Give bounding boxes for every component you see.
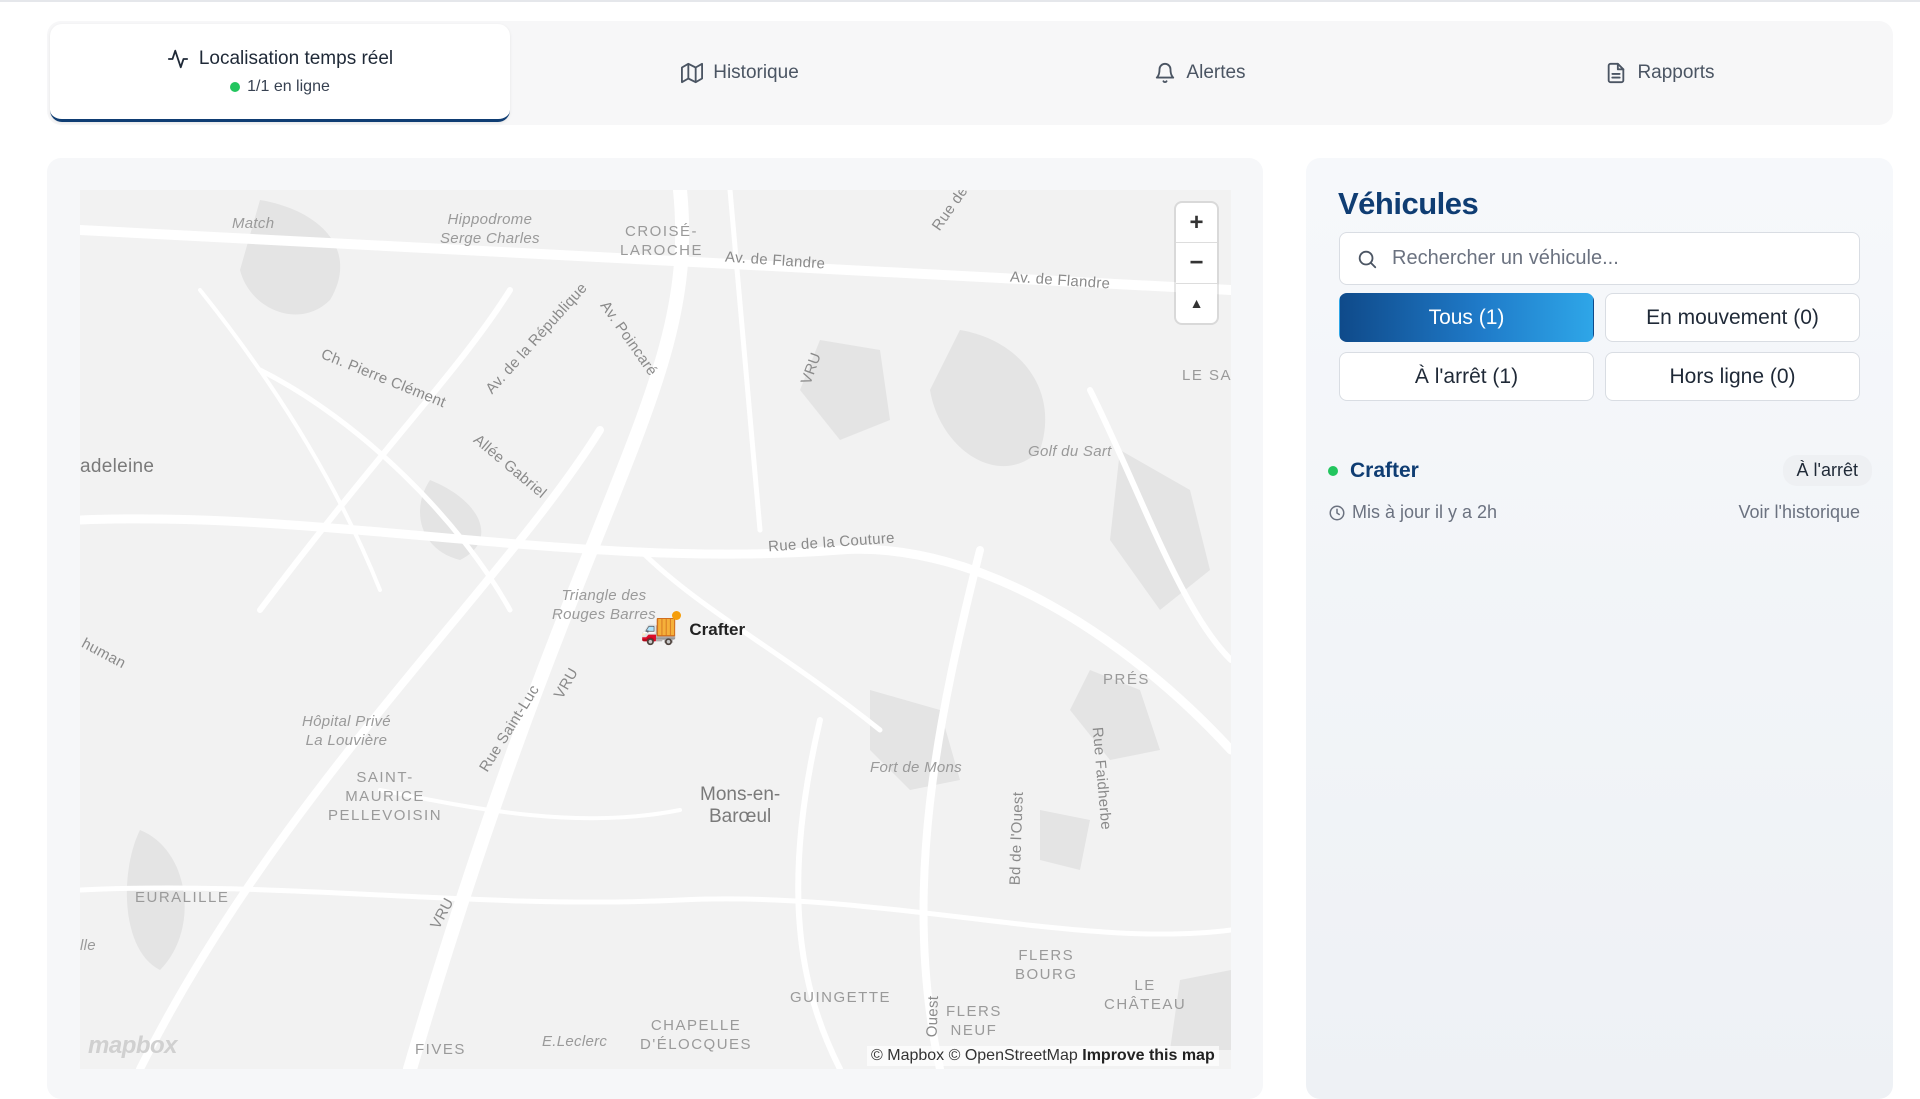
- map-icon: [681, 62, 704, 84]
- clock-icon: [1328, 504, 1346, 522]
- map-label: Hôpital Privé La Louvière: [302, 713, 391, 749]
- tab-label: Historique: [713, 62, 799, 83]
- compass-icon: ▲: [1189, 295, 1204, 312]
- zoom-in-button[interactable]: +: [1176, 203, 1217, 244]
- map-label: Ouest: [923, 995, 942, 1038]
- map-label: FIVES: [415, 1041, 466, 1058]
- filter-offline-button[interactable]: Hors ligne (0): [1605, 352, 1860, 401]
- map-label: Fort de Mons: [870, 759, 962, 776]
- panel-title: Véhicules: [1338, 186, 1479, 221]
- map-label: lle: [80, 937, 96, 954]
- tab-history[interactable]: Historique: [510, 24, 970, 122]
- document-icon: [1605, 62, 1627, 84]
- vehicle-status-dot: [1328, 465, 1338, 476]
- map-label: Mons-en- Barœul: [700, 784, 781, 827]
- online-dot: [230, 81, 241, 92]
- tab-alerts[interactable]: Alertes: [970, 24, 1430, 122]
- map-label: FLERS BOURG: [1015, 947, 1078, 983]
- tab-reports[interactable]: Rapports: [1430, 24, 1890, 122]
- map-label: LE CHÂTEAU: [1104, 977, 1187, 1013]
- tab-realtime-location[interactable]: Localisation temps réel 1/1 en ligne: [50, 24, 510, 122]
- map-label: Hippodrome Serge Charles: [440, 211, 540, 247]
- vehicle-list-item[interactable]: Crafter À l'arrêt: [1328, 455, 1872, 486]
- map-label: LE SA: [1182, 367, 1231, 384]
- truck-icon: 🚚: [640, 611, 682, 646]
- map-zoom-control: + − ▲: [1176, 203, 1217, 323]
- zoom-out-button[interactable]: −: [1176, 243, 1217, 284]
- tab-label: Alertes: [1186, 62, 1246, 83]
- search-box[interactable]: [1339, 232, 1860, 285]
- map-label: GUINGETTE: [790, 989, 892, 1006]
- map-label: Match: [232, 215, 275, 232]
- filter-all-button[interactable]: Tous (1): [1339, 293, 1594, 342]
- attribution-text[interactable]: © Mapbox © OpenStreetMap: [871, 1047, 1078, 1064]
- vehicle-updated: Mis à jour il y a 2h: [1352, 502, 1498, 522]
- view-history-link[interactable]: Voir l'historique: [1739, 502, 1861, 523]
- search-icon: [1356, 248, 1378, 270]
- map-label: EURALILLE: [135, 889, 230, 906]
- vehicle-marker[interactable]: 🚚 Crafter: [640, 611, 746, 647]
- map-label: SAINT- MAURICE PELLEVOISIN: [328, 769, 443, 824]
- map-label: CHAPELLE D'ÉLOCQUES: [640, 1017, 753, 1053]
- search-input[interactable]: [1392, 247, 1832, 270]
- filter-moving-button[interactable]: En mouvement (0): [1605, 293, 1860, 342]
- top-divider: [0, 0, 1920, 2]
- map-label: CROISÉ- LAROCHE: [620, 223, 704, 259]
- map-label: Golf du Sart: [1028, 443, 1112, 460]
- vehicle-marker-label: Crafter: [689, 619, 746, 639]
- map-label: FLERS NEUF: [946, 1003, 1002, 1039]
- vehicle-meta: Mis à jour il y a 2h Voir l'historique: [1328, 502, 1860, 523]
- compass-button[interactable]: ▲: [1176, 284, 1217, 323]
- mapbox-logo-text: mapbox: [88, 1032, 178, 1059]
- map-label: PRÉS: [1103, 671, 1150, 688]
- vehicle-name: Crafter: [1350, 458, 1419, 482]
- improve-map-link[interactable]: Improve this map: [1082, 1047, 1214, 1064]
- status-badge: À l'arrêt: [1782, 455, 1872, 486]
- map-label: Bd de l'Ouest: [1006, 791, 1027, 886]
- tab-label: Rapports: [1637, 62, 1715, 83]
- activity-icon: [167, 48, 189, 70]
- tab-label: Localisation temps réel: [198, 47, 394, 69]
- bell-icon: [1154, 62, 1176, 84]
- tab-bar: Localisation temps réel 1/1 en ligne His…: [47, 21, 1893, 125]
- map-label: adeleine: [80, 456, 155, 477]
- map-attribution: © Mapbox © OpenStreetMap Improve this ma…: [867, 1046, 1219, 1066]
- filter-stopped-button[interactable]: À l'arrêt (1): [1339, 352, 1594, 401]
- map-label: E.Leclerc: [542, 1033, 608, 1050]
- mapbox-logo[interactable]: mapbox: [88, 1032, 178, 1060]
- online-count: 1/1 en ligne: [247, 77, 330, 95]
